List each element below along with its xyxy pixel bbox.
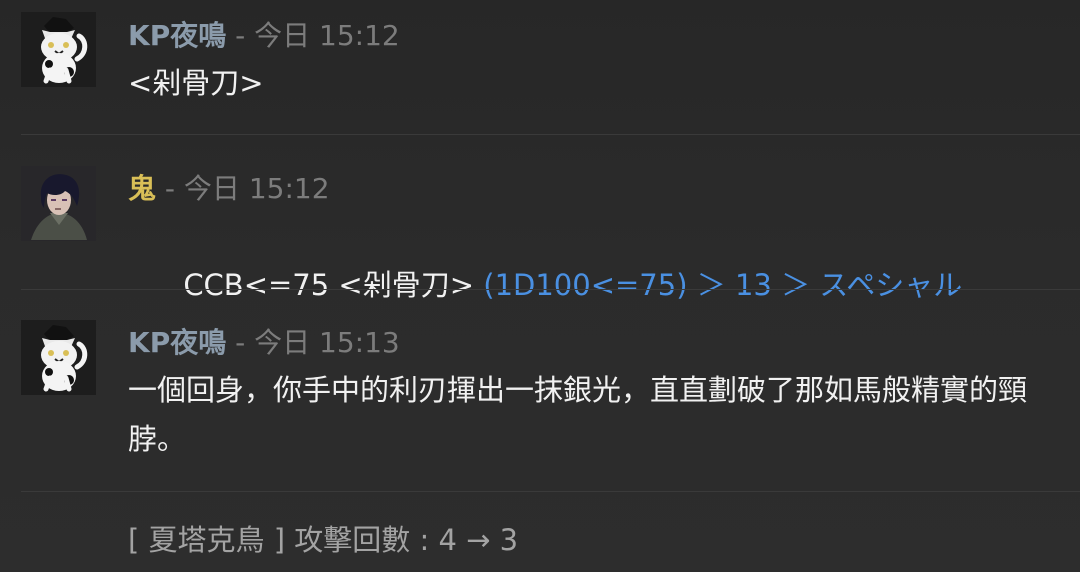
message-divider [21,134,1080,135]
message-timestamp: 今日 15:12 [183,172,330,205]
cat-avatar-icon[interactable] [21,12,96,87]
meta-separator: - [226,326,255,359]
message-author[interactable]: KP夜鳴 [128,326,226,359]
message-author[interactable]: KP夜鳴 [128,19,226,52]
message-divider [21,491,1080,492]
system-message: [ 夏塔克鳥 ] 攻擊回數 : 4 → 3 [128,523,519,557]
message-meta: KP夜鳴 - 今日 15:12 [128,18,400,54]
meta-separator: - [226,19,255,52]
message-author[interactable]: 鬼 [128,172,156,205]
message-timestamp: 今日 15:12 [254,19,400,52]
message-meta: KP夜鳴 - 今日 15:13 [128,325,400,361]
message-text: 一個回身，你手中的利刃揮出一抹銀光，直直劃破了那如馬般精實的頸脖。 [128,373,1028,456]
chat-log: KP夜鳴 - 今日 15:12 <剁骨刀> 鬼 - 今日 15:12 CCB<=… [0,0,1080,572]
cat-avatar-icon[interactable] [21,320,96,395]
message-timestamp: 今日 15:13 [254,326,400,359]
meta-separator: - [156,172,184,205]
command-text: CCB<=75 <剁骨刀> [183,268,484,302]
message-meta: 鬼 - 今日 15:12 [128,171,330,207]
message-text: <剁骨刀> [128,66,264,100]
dark-haired-character-avatar-icon[interactable] [21,166,96,241]
message-divider [21,289,1080,290]
dice-result: (1D100<=75) ＞ 13 ＞ スペシャル [483,268,963,302]
